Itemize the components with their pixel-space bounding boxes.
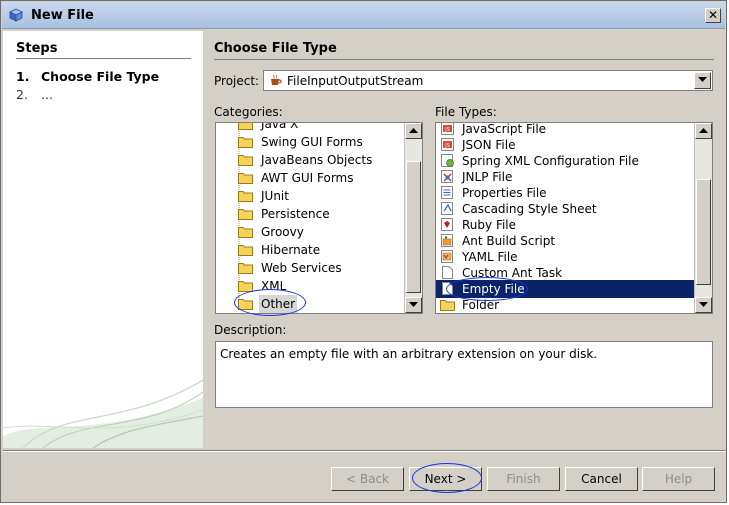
tree-item-label: JUnit: [261, 189, 289, 203]
folder-icon: [238, 123, 253, 130]
window-title: New File: [31, 8, 94, 23]
tree-item-awt-gui-forms[interactable]: AWT GUI Forms: [216, 169, 422, 187]
project-select-value: FileInputOutputStream: [287, 74, 424, 88]
categories-scrollbar[interactable]: [404, 123, 422, 313]
steps-heading: Steps: [16, 41, 58, 56]
tree-item-hibernate[interactable]: Hibernate: [216, 241, 422, 259]
css-file-icon: [441, 202, 453, 215]
scroll-up-button[interactable]: [405, 123, 422, 139]
tree-item-web-services[interactable]: Web Services: [216, 259, 422, 277]
ruby-file-icon: [441, 218, 453, 231]
scroll-up-button[interactable]: [695, 123, 712, 139]
file-types-label: File Types:: [435, 105, 497, 119]
spring-file-icon: [441, 154, 454, 167]
steps-panel: Steps 1. Choose File Type 2....: [3, 31, 203, 448]
project-dropdown-button[interactable]: [694, 72, 711, 89]
chevron-up-icon: [699, 128, 708, 133]
scroll-thumb[interactable]: [406, 161, 421, 293]
folder-icon: [238, 263, 253, 274]
description-box: Creates an empty file with an arbitrary …: [215, 341, 713, 408]
tree-item-swing-gui-forms[interactable]: Swing GUI Forms: [216, 133, 422, 151]
folder-icon: [238, 227, 253, 238]
tree-item-xml[interactable]: XML: [216, 277, 422, 295]
blank-file-icon: [442, 282, 453, 295]
project-select[interactable]: FileInputOutputStream: [263, 70, 713, 91]
tree-item-label: Persistence: [261, 207, 330, 221]
new-file-dialog: New File ✕ Steps 1. Choose File Type 2...…: [0, 0, 727, 503]
script-file-icon: JS: [441, 123, 454, 135]
description-text: Creates an empty file with an arbitrary …: [220, 347, 598, 361]
netbeans-cube-icon: [9, 8, 23, 22]
tree-item-label: Web Services: [261, 261, 342, 275]
folder-icon: [238, 209, 253, 220]
tree-item-label: Swing GUI Forms: [261, 135, 363, 149]
chevron-down-icon: [698, 77, 707, 82]
cancel-button[interactable]: Cancel: [565, 467, 638, 491]
step-label: ...: [41, 87, 53, 102]
scroll-down-button[interactable]: [695, 297, 712, 313]
tree-item-groovy[interactable]: Groovy: [216, 223, 422, 241]
properties-file-icon: [441, 186, 453, 199]
folder-icon: [238, 281, 253, 292]
folder-icon: [238, 245, 253, 256]
tree-item-label: JavaBeans Objects: [261, 153, 373, 167]
tree-item-label: Other: [259, 295, 298, 313]
step-number: 2.: [16, 87, 28, 102]
tree-item-persistence[interactable]: Persistence: [216, 205, 422, 223]
svg-text:JS: JS: [444, 127, 450, 133]
title-divider: [214, 59, 714, 60]
tree-item-label: Groovy: [261, 225, 304, 239]
scroll-thumb[interactable]: [696, 179, 711, 285]
java-project-cup-icon: [271, 74, 282, 85]
file-types-list[interactable]: JS JavaScript File JS JSON File Spring X…: [435, 122, 713, 314]
folder-icon: [238, 137, 253, 148]
tree-item-javabeans-objects[interactable]: JavaBeans Objects: [216, 151, 422, 169]
close-icon: ✕: [707, 8, 719, 22]
yaml-file-icon: [441, 250, 453, 263]
folder-icon: [238, 191, 253, 202]
back-button[interactable]: < Back: [331, 467, 404, 491]
title-bar[interactable]: New File ✕: [2, 2, 725, 29]
tree-item-java-x[interactable]: Java X: [216, 122, 422, 133]
script-file-icon: JS: [441, 138, 454, 151]
folder-icon: [440, 300, 455, 311]
file-types-scrollbar[interactable]: [694, 123, 712, 313]
description-label: Description:: [214, 323, 287, 337]
page-title: Choose File Type: [214, 41, 337, 56]
blank-file-icon: [442, 266, 453, 279]
tree-item-junit[interactable]: JUnit: [216, 187, 422, 205]
steps-divider: [16, 58, 191, 59]
finish-button[interactable]: Finish: [487, 467, 560, 491]
categories-tree[interactable]: Java X Swing GUI Forms JavaBeans Objects…: [215, 122, 423, 314]
tree-item-label: XML: [261, 279, 287, 293]
tree-item-label: AWT GUI Forms: [261, 171, 354, 185]
help-button[interactable]: Help: [642, 467, 715, 491]
project-label: Project:: [214, 74, 260, 88]
chevron-down-icon: [699, 302, 708, 307]
list-item-folder[interactable]: Folder: [436, 296, 712, 313]
chevron-down-icon: [409, 302, 418, 307]
folder-icon: [238, 173, 253, 184]
svg-text:JS: JS: [444, 143, 450, 149]
decorative-swirl-graphic: [3, 379, 203, 448]
jnlp-file-icon: [441, 170, 453, 183]
tree-item-other[interactable]: Other: [216, 295, 422, 313]
ant-file-icon: [441, 234, 453, 247]
scroll-down-button[interactable]: [405, 297, 422, 313]
categories-label: Categories:: [214, 105, 283, 119]
next-button[interactable]: Next >: [409, 467, 482, 491]
close-button[interactable]: ✕: [705, 8, 721, 23]
folder-icon: [238, 155, 253, 166]
step-item-1: 1. Choose File Type: [16, 69, 159, 84]
chevron-up-icon: [409, 128, 418, 133]
step-number: 1.: [16, 69, 30, 84]
step-item-2: 2....: [16, 87, 53, 102]
folder-icon: [238, 299, 253, 310]
button-bar-divider: [3, 450, 726, 452]
tree-item-label: Java X: [261, 122, 299, 131]
step-label: Choose File Type: [41, 69, 160, 84]
list-item-label: Folder: [462, 298, 500, 312]
tree-item-label: Hibernate: [261, 243, 321, 257]
